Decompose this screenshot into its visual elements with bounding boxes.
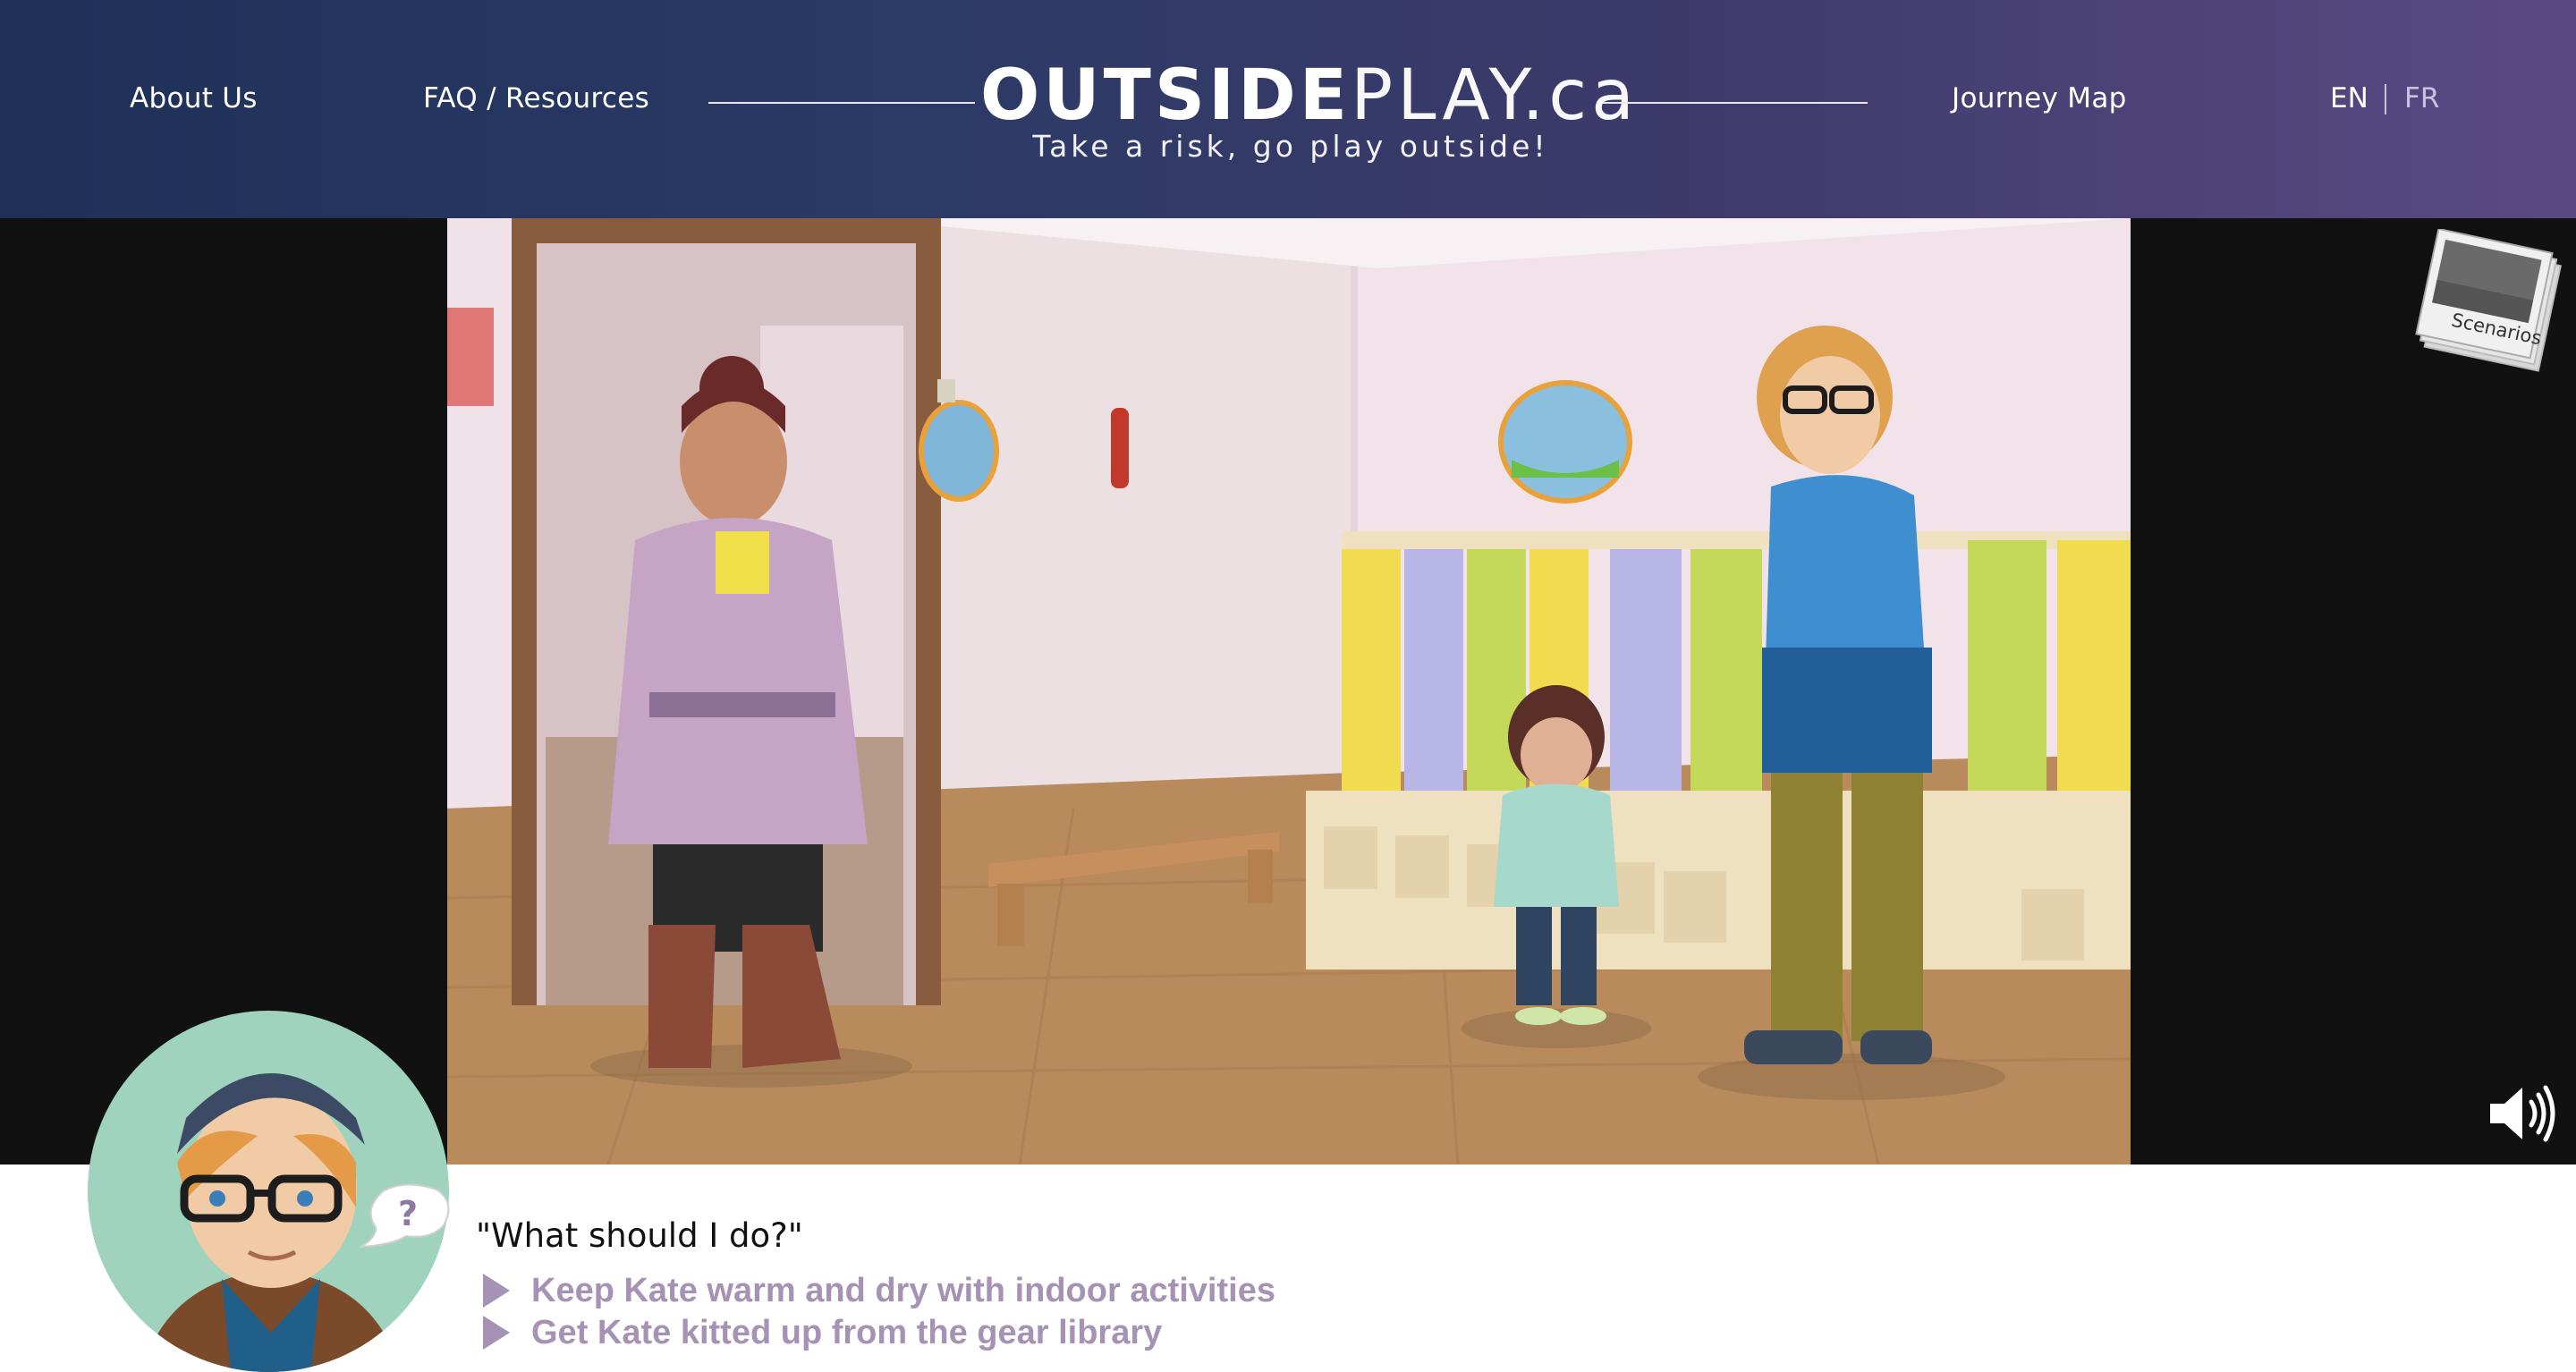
- narrator-avatar: ?: [88, 1011, 454, 1372]
- sound-toggle[interactable]: [2487, 1082, 2558, 1145]
- dialog-prompt: "What should I do?": [476, 1216, 803, 1255]
- nav-about-us[interactable]: About Us: [130, 82, 258, 114]
- bubble-question-mark: ?: [398, 1194, 418, 1233]
- choice-arrow-icon: [483, 1274, 510, 1308]
- choice-arrow-icon: [483, 1316, 510, 1350]
- question-bubble-icon: ?: [358, 1183, 450, 1249]
- logo-divider-left: [708, 102, 975, 104]
- speaker-icon: [2490, 1085, 2555, 1142]
- site-header: About Us FAQ / Resources OUTSIDEPLAY.ca …: [0, 0, 2576, 218]
- lang-fr[interactable]: FR: [2404, 82, 2439, 114]
- scenarios-button[interactable]: Scenarios: [2415, 227, 2567, 381]
- tagline: Take a risk, go play outside!: [1032, 129, 1549, 164]
- logo-divider-right: [1603, 102, 1868, 104]
- choice-gear-library[interactable]: Get Kate kitted up from the gear library: [483, 1312, 1162, 1353]
- lang-en[interactable]: EN: [2330, 82, 2368, 114]
- nav-journey-map[interactable]: Journey Map: [1952, 82, 2127, 114]
- site-logo[interactable]: OUTSIDEPLAY.ca: [980, 55, 1634, 136]
- logo-light-text: PLAY.ca: [1351, 55, 1639, 136]
- choice-indoor-activities[interactable]: Keep Kate warm and dry with indoor activ…: [483, 1270, 1275, 1311]
- choice-label: Keep Kate warm and dry with indoor activ…: [531, 1271, 1275, 1309]
- scenarios-photo-icon: [2415, 227, 2562, 372]
- choice-label: Get Kate kitted up from the gear library: [531, 1313, 1163, 1351]
- logo-bold-text: OUTSIDE: [980, 55, 1352, 136]
- scene-illustration: [447, 218, 2131, 1165]
- nav-faq-resources[interactable]: FAQ / Resources: [423, 82, 649, 114]
- lang-separator: [2385, 84, 2386, 114]
